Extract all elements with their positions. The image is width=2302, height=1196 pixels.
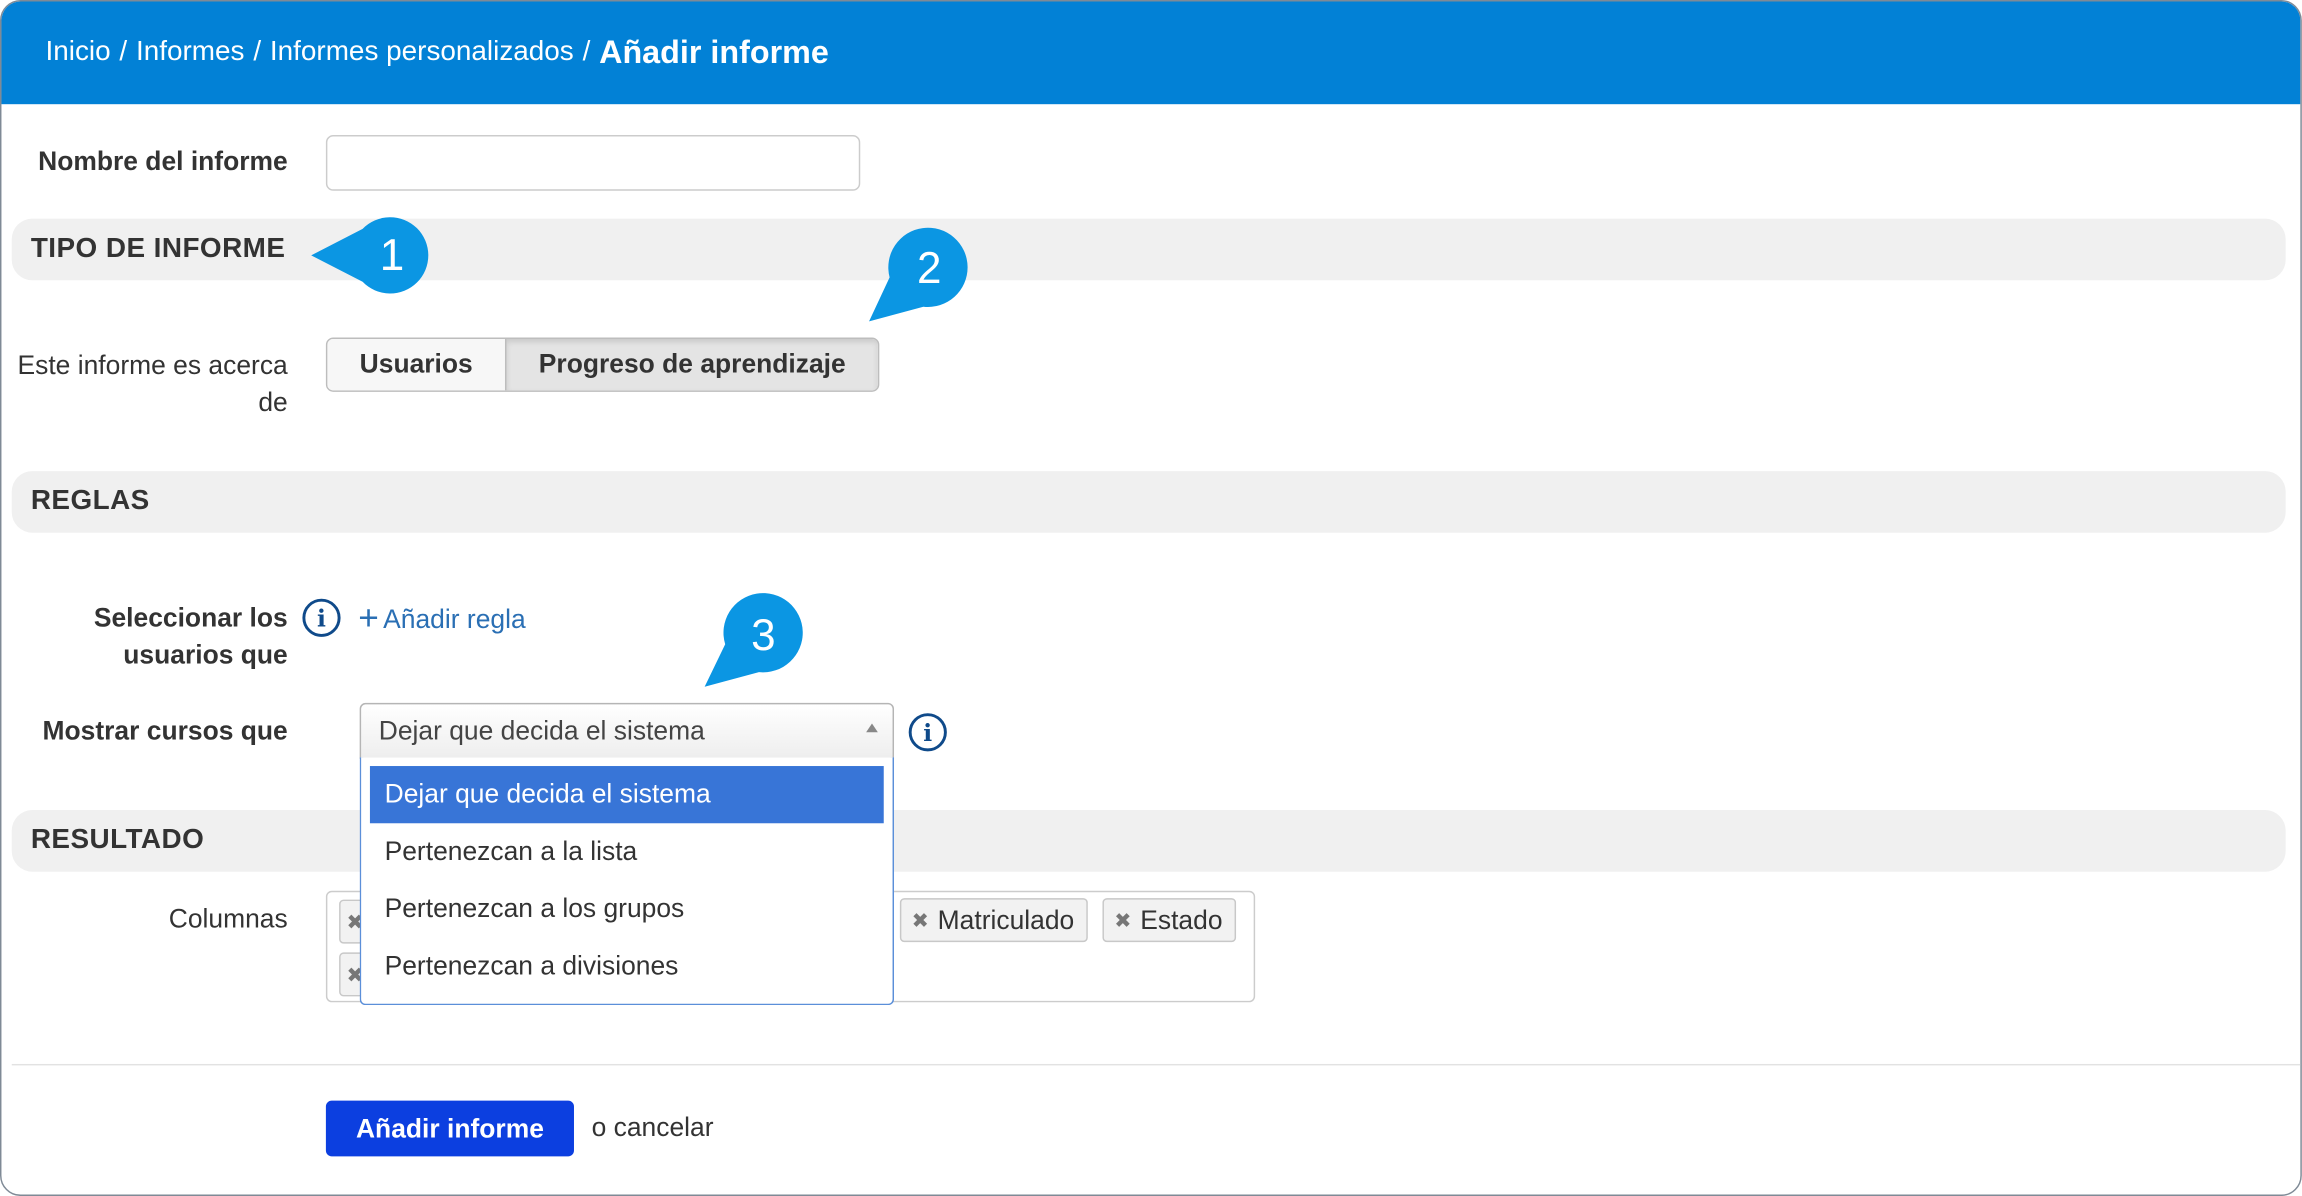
callout-marker: 2 bbox=[869, 227, 968, 322]
show-courses-label: Mostrar cursos que bbox=[42, 716, 288, 746]
show-courses-value: Dejar que decida el sistema bbox=[378, 715, 705, 745]
option-users-button[interactable]: Usuarios bbox=[327, 338, 506, 391]
dropdown-option[interactable]: Pertenezcan a divisiones bbox=[370, 938, 884, 995]
dropdown-option[interactable]: Pertenezcan a los grupos bbox=[370, 881, 884, 938]
callout-marker: 3 bbox=[704, 593, 803, 687]
breadcrumb-home[interactable]: Inicio bbox=[46, 37, 111, 69]
report-about-label-line1: Este informe es acerca bbox=[17, 350, 288, 381]
plus-icon: + bbox=[358, 598, 379, 639]
app-window: Inicio / Informes / Informes personaliza… bbox=[0, 0, 2302, 1196]
show-courses-select[interactable]: Dejar que decida el sistema bbox=[359, 702, 895, 759]
column-tag-label: Estado bbox=[1140, 904, 1223, 935]
callout-marker: 1 bbox=[311, 217, 429, 294]
report-about-label: Este informe es acerca de bbox=[9, 348, 288, 421]
report-about-toggle: Usuarios Progreso de aprendizaje bbox=[325, 337, 880, 392]
breadcrumb-custom-reports[interactable]: Informes personalizados bbox=[270, 37, 574, 69]
cancel-link[interactable]: o cancelar bbox=[592, 1112, 714, 1143]
add-rule-label: Añadir regla bbox=[383, 603, 526, 634]
add-report-button[interactable]: Añadir informe bbox=[325, 1100, 574, 1157]
select-users-label-line1: Seleccionar los bbox=[93, 603, 288, 633]
show-courses-dropdown: Dejar que decida el sistema Pertenezcan … bbox=[359, 757, 895, 1006]
columns-label: Columnas bbox=[168, 903, 288, 934]
footer-divider bbox=[11, 1063, 2301, 1066]
remove-icon[interactable]: ✖ bbox=[1114, 908, 1131, 933]
report-name-input[interactable] bbox=[325, 135, 861, 191]
add-rule-link[interactable]: + Añadir regla bbox=[358, 598, 526, 639]
column-tag-label: Matriculado bbox=[937, 904, 1075, 935]
callout-number: 1 bbox=[380, 231, 404, 280]
callout-number: 2 bbox=[917, 244, 941, 293]
breadcrumb-separator: / bbox=[582, 36, 591, 68]
option-learning-progress-button[interactable]: Progreso de aprendizaje bbox=[505, 338, 879, 391]
section-result: RESULTADO bbox=[11, 810, 2286, 872]
select-users-label-line2: usuarios que bbox=[123, 639, 288, 670]
report-about-label-line2: de bbox=[258, 387, 288, 417]
select-users-label: Seleccionar los usuarios que bbox=[46, 600, 288, 673]
report-name-label: Nombre del informe bbox=[38, 146, 288, 177]
column-tag: ✖ Matriculado bbox=[899, 898, 1088, 943]
column-tag: ✖ Estado bbox=[1102, 898, 1236, 943]
section-rules: REGLAS bbox=[11, 471, 2286, 533]
page-title: Añadir informe bbox=[599, 33, 829, 71]
dropdown-option[interactable]: Pertenezcan a la lista bbox=[370, 823, 884, 880]
breadcrumb-separator: / bbox=[119, 36, 128, 68]
info-icon[interactable]: i bbox=[302, 598, 341, 637]
breadcrumb-separator: / bbox=[253, 36, 262, 68]
remove-icon[interactable]: ✖ bbox=[912, 908, 929, 933]
breadcrumb: Inicio / Informes / Informes personaliza… bbox=[1, 1, 2301, 105]
info-icon[interactable]: i bbox=[908, 713, 947, 752]
breadcrumb-reports[interactable]: Informes bbox=[136, 37, 245, 69]
dropdown-option[interactable]: Dejar que decida el sistema bbox=[369, 766, 884, 824]
callout-number: 3 bbox=[751, 611, 775, 660]
chevron-up-icon bbox=[866, 723, 878, 733]
